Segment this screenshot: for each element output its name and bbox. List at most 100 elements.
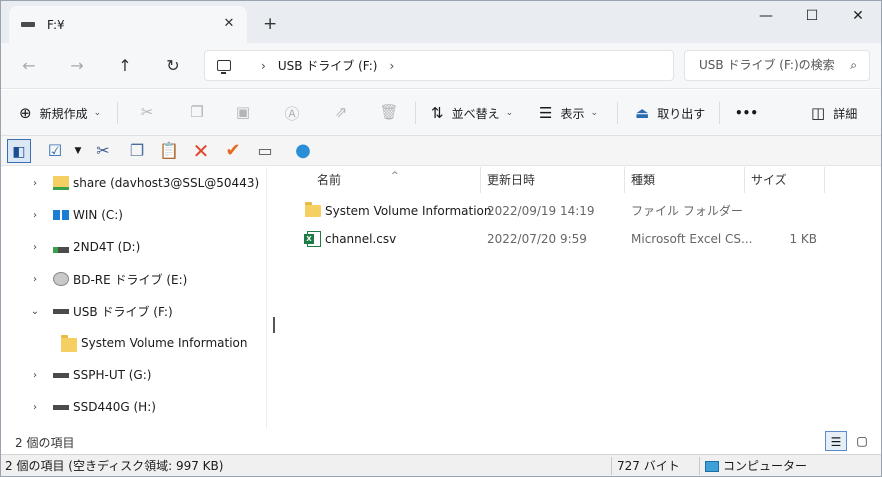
- divider: [699, 457, 700, 475]
- details-view-icon[interactable]: ☰: [825, 431, 847, 451]
- delete-icon[interactable]: 🗑: [379, 103, 399, 123]
- divider: [617, 102, 618, 124]
- more-options-button[interactable]: •••: [735, 90, 758, 136]
- tree-item-d[interactable]: › 2ND4T (D:): [1, 231, 266, 263]
- tab-bar: F:¥ ✕ + — ☐ ✕: [1, 1, 881, 43]
- folder-icon: [305, 202, 321, 217]
- expand-chevron-icon[interactable]: ›: [29, 402, 41, 413]
- share-icon[interactable]: ⇗: [331, 103, 351, 123]
- collapse-chevron-icon[interactable]: ⌄: [29, 306, 41, 317]
- tab-title: F:¥: [47, 17, 65, 32]
- file-row[interactable]: System Volume Information 2022/09/19 14:…: [283, 197, 843, 225]
- delete-x-icon[interactable]: ✕: [189, 139, 213, 163]
- status-items-free-space: 2 個の項目 (空きディスク領域: 997 KB): [5, 459, 224, 473]
- tree-item-g[interactable]: › SSPH-UT (G:): [1, 359, 266, 391]
- chevron-down-icon: ⌄: [93, 108, 102, 118]
- cut-icon[interactable]: ✂: [91, 139, 115, 163]
- rename-icon[interactable]: Ⓐ: [282, 103, 302, 123]
- status-location-label: コンピューター: [723, 459, 808, 473]
- explorer-window: F:¥ ✕ + — ☐ ✕ ← → ↑ ↻ › USB ドライブ (F:) › …: [0, 0, 882, 477]
- optical-drive-icon: [53, 272, 69, 286]
- sort-ascending-icon: ^: [391, 171, 399, 181]
- tab-drive-f[interactable]: F:¥ ✕: [9, 6, 247, 43]
- drive-icon: [53, 247, 69, 253]
- pane-splitter[interactable]: [267, 167, 283, 429]
- eject-button[interactable]: ⏏ 取り出す: [635, 90, 705, 136]
- paste-icon[interactable]: 📋: [157, 139, 181, 163]
- new-tab-button[interactable]: +: [263, 14, 277, 34]
- expand-chevron-icon[interactable]: ›: [29, 178, 41, 189]
- chevron-down-icon: ⌄: [505, 108, 514, 118]
- tree-item-label: share (davhost3@SSL@50443): [73, 176, 260, 190]
- properties-icon[interactable]: ▭: [253, 139, 277, 163]
- up-arrow-icon[interactable]: ↑: [111, 54, 139, 78]
- item-count: 2 個の項目: [15, 436, 75, 450]
- navigation-pane-icon[interactable]: ◧: [7, 139, 31, 163]
- sort-button[interactable]: ⇅ 並べ替え ⌄: [431, 90, 513, 136]
- view-button[interactable]: ☰ 表示 ⌄: [539, 90, 598, 136]
- file-size: 1 KB: [789, 232, 817, 246]
- tree-item-c[interactable]: › WIN (C:): [1, 199, 266, 231]
- file-list: ^ 名前 更新日時 種類 サイズ System Volume Informati…: [283, 167, 881, 429]
- search-placeholder: USB ドライブ (F:)の検索: [699, 58, 835, 72]
- search-input[interactable]: USB ドライブ (F:)の検索 ⌕: [684, 50, 870, 81]
- file-type: ファイル フォルダー: [631, 204, 743, 218]
- dropdown-arrow-icon[interactable]: ▼: [71, 139, 85, 163]
- splitter-grip[interactable]: [273, 317, 275, 333]
- tab-close-icon[interactable]: ✕: [221, 16, 237, 32]
- navigation-pane: › share (davhost3@SSL@50443) › WIN (C:) …: [1, 167, 267, 429]
- network-folder-icon: [53, 176, 69, 190]
- file-name: System Volume Information: [325, 204, 492, 218]
- status-location: コンピューター: [705, 455, 807, 477]
- paste-icon[interactable]: ▣: [233, 103, 253, 123]
- column-header-name-label: 名前: [317, 173, 342, 187]
- expand-chevron-icon[interactable]: ›: [29, 370, 41, 381]
- tree-item-label: SSPH-UT (G:): [73, 368, 152, 382]
- new-button[interactable]: ⊕ 新規作成 ⌄: [19, 90, 101, 136]
- drive-icon: [53, 405, 69, 410]
- tree-item-h[interactable]: › SSD440G (H:): [1, 391, 266, 423]
- breadcrumb-separator-icon[interactable]: ›: [261, 59, 266, 73]
- close-button[interactable]: ✕: [835, 1, 881, 31]
- divider: [719, 102, 720, 124]
- tree-item-system-volume-information[interactable]: System Volume Information: [1, 327, 266, 359]
- refresh-icon[interactable]: ↻: [159, 54, 187, 78]
- details-label: 詳細: [833, 106, 858, 121]
- tree-item-e[interactable]: › BD-RE ドライブ (E:): [1, 263, 266, 295]
- copy-icon[interactable]: ❐: [187, 103, 207, 123]
- eject-icon: ⏏: [635, 104, 650, 122]
- column-header-name[interactable]: ^ 名前: [283, 167, 481, 193]
- tree-item-f[interactable]: ⌄ USB ドライブ (F:): [1, 295, 266, 327]
- forward-arrow-icon[interactable]: →: [63, 54, 91, 78]
- breadcrumb-drive-f[interactable]: USB ドライブ (F:): [278, 57, 378, 74]
- drive-icon: [21, 22, 35, 27]
- drive-icon: [53, 373, 69, 378]
- tree-item-label: USB ドライブ (F:): [73, 304, 173, 319]
- file-name: channel.csv: [325, 232, 397, 246]
- column-header-modified[interactable]: 更新日時: [481, 167, 625, 193]
- tree-item-share[interactable]: › share (davhost3@SSL@50443): [1, 167, 266, 199]
- column-header-size[interactable]: サイズ: [745, 167, 825, 193]
- check-icon[interactable]: ✔: [221, 139, 245, 163]
- copy-icon[interactable]: ❐: [125, 139, 149, 163]
- tree-item-label: SSD440G (H:): [73, 400, 156, 414]
- select-checkbox-icon[interactable]: ☑: [43, 139, 67, 163]
- address-bar[interactable]: › USB ドライブ (F:) ›: [204, 50, 674, 81]
- expand-chevron-icon[interactable]: ›: [29, 274, 41, 285]
- maximize-button[interactable]: ☐: [789, 1, 835, 31]
- status-selection-size: 727 バイト: [617, 459, 680, 473]
- column-header-type[interactable]: 種類: [625, 167, 745, 193]
- cut-icon[interactable]: ✂: [137, 103, 157, 123]
- details-button[interactable]: ◫ 詳細: [811, 90, 857, 136]
- usb-drive-icon: [53, 309, 69, 314]
- breadcrumb-separator-icon[interactable]: ›: [389, 59, 394, 73]
- shell-icon[interactable]: ●: [291, 139, 315, 163]
- tree-item-label: System Volume Information: [81, 336, 248, 350]
- back-arrow-icon[interactable]: ←: [15, 54, 43, 78]
- file-row[interactable]: channel.csv 2022/07/20 9:59 Microsoft Ex…: [283, 225, 843, 253]
- minimize-button[interactable]: —: [743, 1, 789, 31]
- tree-item-label: WIN (C:): [73, 208, 123, 222]
- tiles-view-icon[interactable]: ▢: [851, 431, 873, 451]
- expand-chevron-icon[interactable]: ›: [29, 210, 41, 221]
- expand-chevron-icon[interactable]: ›: [29, 242, 41, 253]
